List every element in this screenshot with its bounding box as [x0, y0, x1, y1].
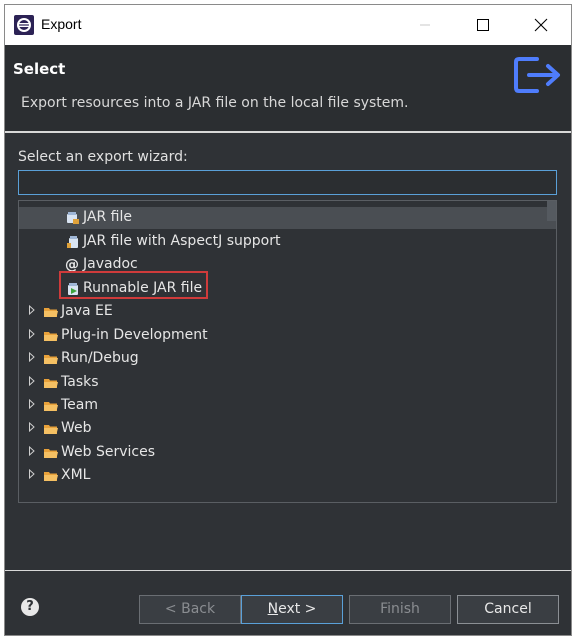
- highlight-box: [59, 271, 208, 299]
- expand-arrow-icon[interactable]: [29, 399, 35, 409]
- expand-arrow-icon[interactable]: [29, 422, 35, 432]
- folder-icon: [44, 332, 58, 341]
- title-bar: Export: [5, 5, 571, 45]
- tree-item[interactable]: Web Services: [19, 442, 556, 464]
- tree-item[interactable]: Team: [19, 395, 556, 417]
- tree-item-label: Web: [61, 420, 92, 436]
- header-separator: [5, 131, 571, 133]
- folder-icon: [44, 379, 58, 388]
- eclipse-app-icon: [14, 15, 34, 35]
- expand-arrow-icon[interactable]: [29, 469, 35, 479]
- finish-button[interactable]: Finish: [349, 595, 451, 624]
- tree-item-label: Run/Debug: [61, 350, 139, 366]
- expand-arrow-icon[interactable]: [29, 376, 35, 386]
- close-icon: [534, 18, 548, 32]
- tree-item-label: JAR file: [83, 209, 132, 225]
- tree-item-label: Web Services: [61, 444, 156, 460]
- tree-item[interactable]: Plug-in Development: [19, 325, 556, 347]
- wizard-footer: ? < Back Next > Finish Cancel: [5, 571, 571, 635]
- expand-arrow-icon[interactable]: [29, 305, 35, 315]
- tree-scrollbar-thumb[interactable]: [547, 201, 556, 221]
- tree-item-label: Plug-in Development: [61, 327, 208, 343]
- folder-icon: [44, 472, 58, 481]
- export-icon: [514, 57, 560, 93]
- folder-icon: [44, 425, 58, 434]
- folder-icon: [44, 402, 58, 411]
- tree-item-label: Tasks: [61, 374, 99, 390]
- folder-icon: [44, 308, 58, 317]
- tree-item-label: XML: [61, 467, 91, 483]
- back-button[interactable]: < Back: [139, 595, 241, 624]
- expand-arrow-icon[interactable]: [29, 329, 35, 339]
- maximize-button[interactable]: [455, 5, 511, 45]
- wizard-tree[interactable]: JAR file JAR file with AspectJ support @…: [18, 200, 557, 503]
- tree-item[interactable]: Web: [19, 418, 556, 440]
- export-dialog: Export Select Export resources into a JA…: [4, 4, 572, 636]
- cancel-button[interactable]: Cancel: [457, 595, 559, 624]
- wizard-select-label: Select an export wizard:: [18, 149, 188, 165]
- tree-item-label: Team: [61, 397, 99, 413]
- folder-icon: [44, 355, 58, 364]
- tree-item-label: Javadoc: [83, 256, 138, 272]
- jar-icon: [67, 212, 79, 224]
- maximize-icon: [477, 19, 489, 31]
- tree-item-label: JAR file with AspectJ support: [83, 233, 281, 249]
- tree-item[interactable]: XML: [19, 465, 556, 487]
- next-label: ext >: [278, 601, 317, 617]
- tree-item[interactable]: Run/Debug: [19, 348, 556, 370]
- page-description: Export resources into a JAR file on the …: [21, 95, 409, 111]
- aspectj-jar-icon: [67, 236, 78, 248]
- tree-item[interactable]: Tasks: [19, 372, 556, 394]
- tree-item[interactable]: JAR file with AspectJ support: [19, 231, 556, 253]
- wizard-header: Select Export resources into a JAR file …: [5, 45, 571, 133]
- next-button[interactable]: Next >: [241, 595, 343, 624]
- page-title: Select: [13, 60, 66, 78]
- expand-arrow-icon[interactable]: [29, 446, 35, 456]
- help-icon[interactable]: ?: [21, 598, 39, 616]
- window-title: Export: [41, 16, 82, 32]
- minimize-button[interactable]: [397, 5, 453, 45]
- expand-arrow-icon[interactable]: [29, 352, 35, 362]
- tree-item[interactable]: Java EE: [19, 301, 556, 323]
- tree-item-label: Java EE: [61, 303, 113, 319]
- minimize-icon: [420, 24, 430, 26]
- folder-icon: [44, 449, 58, 458]
- close-button[interactable]: [513, 5, 569, 45]
- filter-input[interactable]: [18, 170, 557, 195]
- next-mnemonic: N: [267, 601, 279, 617]
- tree-item[interactable]: JAR file: [19, 207, 556, 229]
